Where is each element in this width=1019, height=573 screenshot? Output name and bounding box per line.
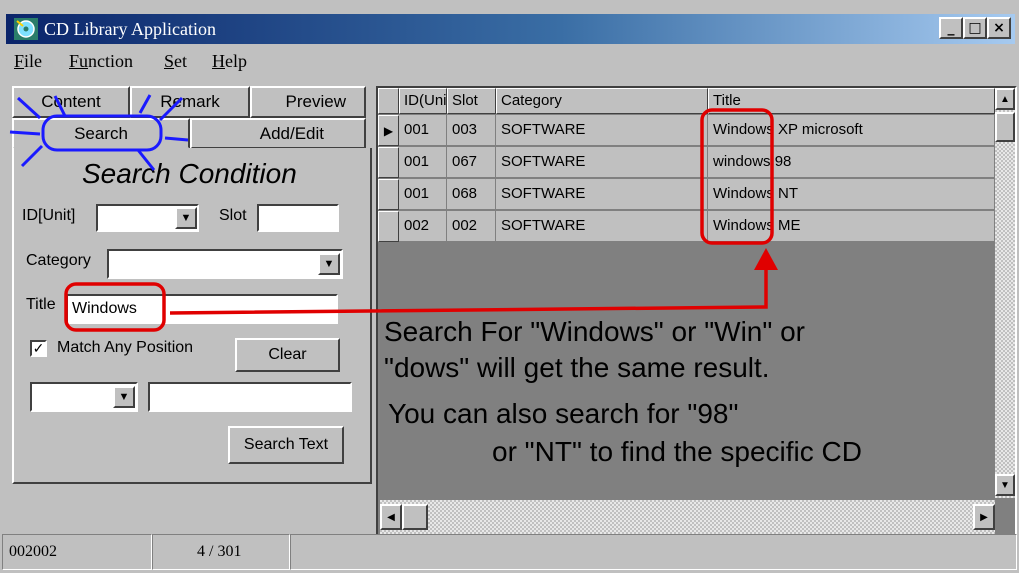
- arrow-line: [169, 266, 768, 315]
- search-tab-highlight: [9, 94, 189, 171]
- title-column-highlight: [700, 108, 774, 245]
- highlight-overlay: [9, 94, 778, 332]
- arrow-up-icon: [754, 248, 778, 270]
- title-input-highlight: [64, 282, 166, 332]
